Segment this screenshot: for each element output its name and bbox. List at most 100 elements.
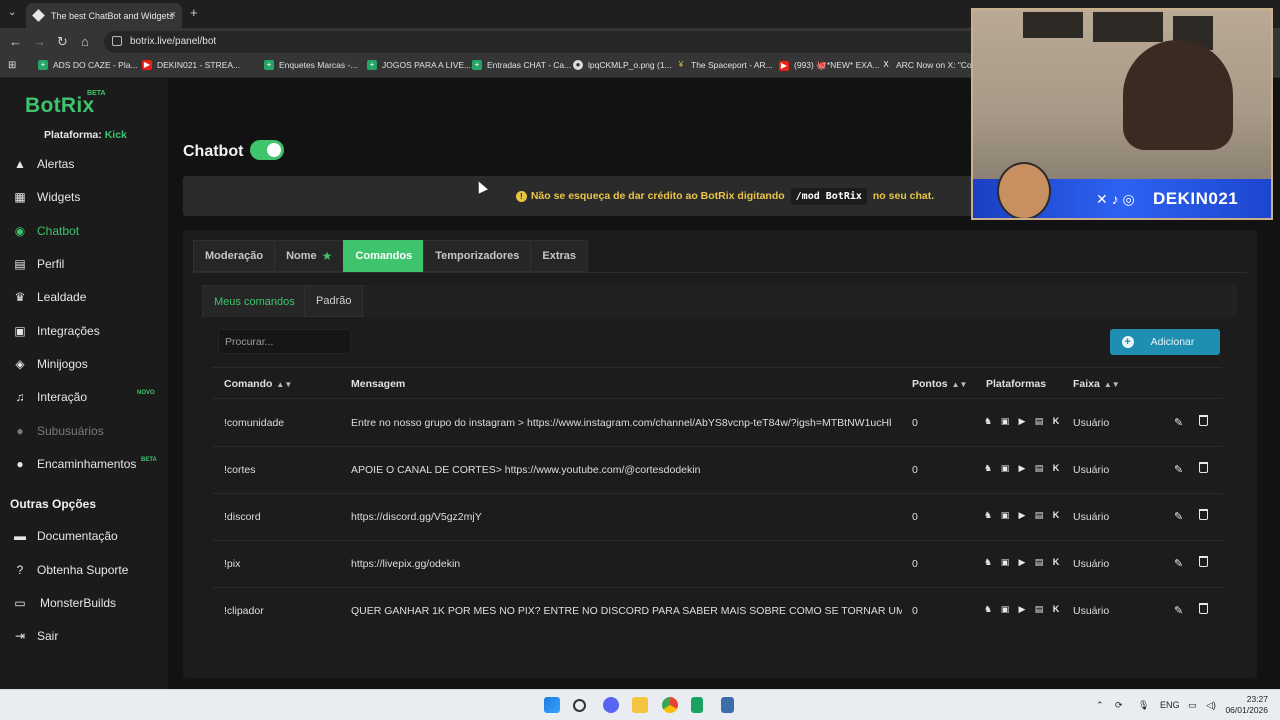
delete-icon[interactable]: [1199, 509, 1208, 520]
command-message: Entre no nosso grupo do instagram > http…: [351, 417, 892, 429]
sidebar-item-alertas[interactable]: ▲ Alertas: [12, 153, 74, 175]
browser-tab[interactable]: The best ChatBot and Widgets ×: [26, 3, 182, 28]
file-explorer-icon[interactable]: [632, 697, 648, 713]
bookmark-item[interactable]: + Enquetes Marcas -...: [264, 60, 357, 70]
commands-subpanel: Meus comandos Padrão + Adicionar Comando…: [202, 285, 1237, 665]
apps-icon[interactable]: ⊞: [8, 60, 16, 71]
edit-icon[interactable]: ✎: [1174, 416, 1183, 429]
clock[interactable]: 23:27 06/01/2026: [1222, 694, 1268, 716]
bookmark-item[interactable]: + Entradas CHAT - Ca...: [472, 60, 571, 70]
sidebar-item-interacao[interactable]: ♫ Interação: [12, 386, 88, 408]
command-range: Usuário: [1073, 417, 1110, 429]
sidebar-item-lealdade[interactable]: ♛ Lealdade: [12, 286, 87, 308]
column-range[interactable]: Faixa ▲▼: [1073, 378, 1120, 390]
edit-icon[interactable]: ✎: [1174, 557, 1183, 570]
sidebar-item-suporte[interactable]: ? Obtenha Suporte: [12, 559, 129, 581]
trophy-icon: ♛: [14, 290, 26, 304]
command-points: 0: [912, 605, 918, 617]
sidebar-item-documentacao[interactable]: ▬ Documentação: [12, 525, 118, 547]
command-range: Usuário: [1073, 511, 1110, 523]
sidebar-item-sair[interactable]: ⇥ Sair: [12, 625, 58, 647]
twitch-icon: ▣: [1000, 603, 1010, 614]
edit-icon[interactable]: ✎: [1174, 510, 1183, 523]
column-message: Mensagem: [351, 378, 406, 390]
kick-logo-icon: K: [1052, 463, 1060, 473]
search-input[interactable]: [218, 329, 351, 354]
back-icon[interactable]: ←: [9, 35, 22, 49]
sidebar-item-integracoes[interactable]: ▣ Integrações: [12, 320, 99, 342]
volume-icon[interactable]: ◁): [1206, 700, 1216, 711]
youtube-icon: ▶: [1018, 462, 1026, 473]
site-info-icon[interactable]: [112, 36, 122, 46]
table-row: !comunidade Entre no nosso grupo do inst…: [212, 400, 1222, 447]
tab-close-icon[interactable]: ×: [170, 9, 176, 21]
youtube-icon: ▶: [1018, 415, 1026, 426]
section-title: Outras Opções: [10, 497, 97, 511]
bookmark-item[interactable]: + JOGOS PARA A LIVE...: [367, 60, 471, 70]
trovo-icon: ▤: [1034, 603, 1044, 614]
subtab-meus-comandos[interactable]: Meus comandos: [202, 285, 307, 317]
delete-icon[interactable]: [1199, 462, 1208, 473]
notice-text: Não se esqueça de dar crédito ao BotRix …: [530, 190, 785, 202]
bookmark-item[interactable]: ▶ (993) 🐙*NEW* EXA...: [779, 60, 880, 71]
tab-nome[interactable]: Nome ★: [274, 240, 345, 272]
tab-temporizadores[interactable]: Temporizadores: [423, 240, 532, 272]
sheets-icon[interactable]: [691, 697, 703, 713]
botrix-logo[interactable]: BotRix: [25, 94, 94, 118]
tab-moderacao[interactable]: Moderação: [193, 240, 276, 272]
home-icon[interactable]: ⌂: [81, 35, 89, 49]
platform-icons: ♞ ▣ ▶ ▤ K: [982, 462, 1067, 474]
calculator-icon[interactable]: [721, 697, 734, 713]
sidebar-item-subusuarios[interactable]: ● Subusuários: [12, 420, 103, 442]
laptop-icon: ▭: [14, 596, 26, 610]
network-icon[interactable]: ▭: [1188, 700, 1197, 711]
tab-extras[interactable]: Extras: [530, 240, 589, 272]
edit-icon[interactable]: ✎: [1174, 604, 1183, 617]
bot-tabs: Moderação Nome ★ Comandos Temporizadores …: [193, 240, 589, 272]
tab-search-icon[interactable]: ⌄: [8, 6, 16, 20]
platform-icons: ♞ ▣ ▶ ▤ K: [982, 415, 1067, 427]
tabs-divider: [193, 272, 1247, 273]
command-range: Usuário: [1073, 558, 1110, 570]
chatbot-toggle[interactable]: [250, 140, 284, 160]
sidebar-item-chatbot[interactable]: ◉ Chatbot: [12, 220, 79, 242]
tray-sync-icon[interactable]: ⟳: [1115, 700, 1123, 711]
discord-icon[interactable]: [603, 697, 619, 713]
tray-expand-icon[interactable]: ⌃: [1096, 700, 1104, 711]
sidebar-item-widgets[interactable]: ▦ Widgets: [12, 186, 80, 208]
chrome-icon[interactable]: [662, 697, 678, 713]
bookmark-item[interactable]: X ARC Now on X: "Co...: [881, 60, 979, 70]
sidebar-item-monsterbuilds[interactable]: ▭ MonsterBuilds: [12, 592, 116, 614]
windows-start-icon[interactable]: [544, 697, 560, 713]
column-command[interactable]: Comando ▲▼: [224, 378, 292, 390]
new-tab-icon[interactable]: +: [190, 6, 198, 20]
delete-icon[interactable]: [1199, 415, 1208, 426]
bookmark-item[interactable]: + ADS DO CAZE - Pla...: [38, 60, 138, 70]
forward-icon[interactable]: →: [33, 35, 46, 49]
subtab-padrao[interactable]: Padrão: [304, 285, 364, 317]
music-icon: ♫: [15, 390, 25, 404]
add-command-button[interactable]: + Adicionar: [1110, 329, 1220, 355]
bookmark-item[interactable]: ▶ DEKIN021 - STREA...: [142, 60, 240, 70]
table-row: !pix https://livepix.gg/odekin 0 ♞ ▣ ▶ ▤ K U…: [212, 541, 1222, 588]
sidebar-item-perfil[interactable]: ▤ Perfil: [12, 253, 64, 275]
tab-comandos[interactable]: Comandos: [343, 240, 425, 272]
microphone-icon[interactable]: 🎙: [1138, 700, 1149, 711]
search-icon[interactable]: [573, 699, 586, 712]
users-icon: ●: [16, 424, 24, 438]
bookmark-item[interactable]: ● lpqCKMLP_o.png (1...: [573, 60, 672, 70]
sort-icon: ▲▼: [951, 380, 968, 389]
reload-icon[interactable]: ↻: [57, 35, 68, 49]
address-bar[interactable]: botrix.live/panel/bot: [104, 31, 984, 53]
sidebar-item-minijogos[interactable]: ◈ Minijogos: [12, 353, 87, 375]
bookmark-item[interactable]: ¥ The Spaceport - AR...: [676, 60, 773, 70]
warning-icon: !: [515, 190, 527, 202]
delete-icon[interactable]: [1199, 603, 1208, 614]
wall-frame: [1093, 12, 1163, 42]
delete-icon[interactable]: [1199, 556, 1208, 567]
beta-badge: BETA: [141, 457, 157, 463]
edit-icon[interactable]: ✎: [1174, 463, 1183, 476]
column-points[interactable]: Pontos ▲▼: [912, 378, 967, 390]
language-indicator[interactable]: ENG: [1160, 700, 1180, 710]
sidebar-item-encaminhamentos[interactable]: ● Encaminhamentos: [12, 453, 136, 475]
